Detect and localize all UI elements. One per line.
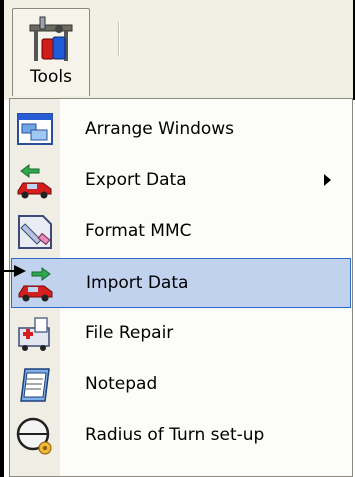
tools-icon	[29, 16, 73, 61]
menu-item-export-data[interactable]: Export Data	[11, 156, 351, 206]
tools-dropdown-menu: Arrange Windows Export Data Format MMC I…	[9, 98, 353, 477]
menu-item-notepad[interactable]: Notepad	[11, 360, 351, 410]
arrange-windows-icon	[17, 113, 53, 145]
menu-item-label: Notepad	[85, 374, 158, 394]
menu-item-radius-of-turn[interactable]: Radius of Turn set-up	[11, 411, 351, 461]
menu-item-label: Format MMC	[85, 221, 192, 241]
menu-item-label: Arrange Windows	[85, 119, 235, 139]
menu-item-label: Radius of Turn set-up	[85, 425, 265, 445]
file-repair-icon	[18, 317, 50, 351]
notepad-icon	[20, 368, 50, 402]
pointer-arrow-icon	[0, 265, 26, 277]
toolbar-separator	[118, 22, 120, 56]
export-data-icon	[17, 164, 52, 199]
menu-item-format-mmc[interactable]: Format MMC	[11, 207, 351, 257]
menu-item-label: Export Data	[85, 170, 187, 190]
tools-button[interactable]: Tools	[12, 8, 90, 96]
screenshot-page: Tools Arrange Windows Export Data Format…	[0, 0, 355, 477]
menu-item-file-repair[interactable]: File Repair	[11, 309, 351, 359]
menu-item-label: Import Data	[86, 273, 189, 293]
toolbar: Tools	[0, 0, 355, 100]
format-mmc-icon	[18, 215, 52, 249]
tools-label: Tools	[30, 67, 72, 87]
radius-of-turn-icon	[16, 417, 52, 455]
submenu-arrow-icon	[324, 174, 331, 186]
menu-item-arrange-windows[interactable]: Arrange Windows	[11, 105, 351, 155]
left-edge-border	[0, 0, 4, 477]
menu-item-label: File Repair	[85, 323, 174, 343]
menu-item-import-data[interactable]: Import Data	[11, 258, 351, 308]
